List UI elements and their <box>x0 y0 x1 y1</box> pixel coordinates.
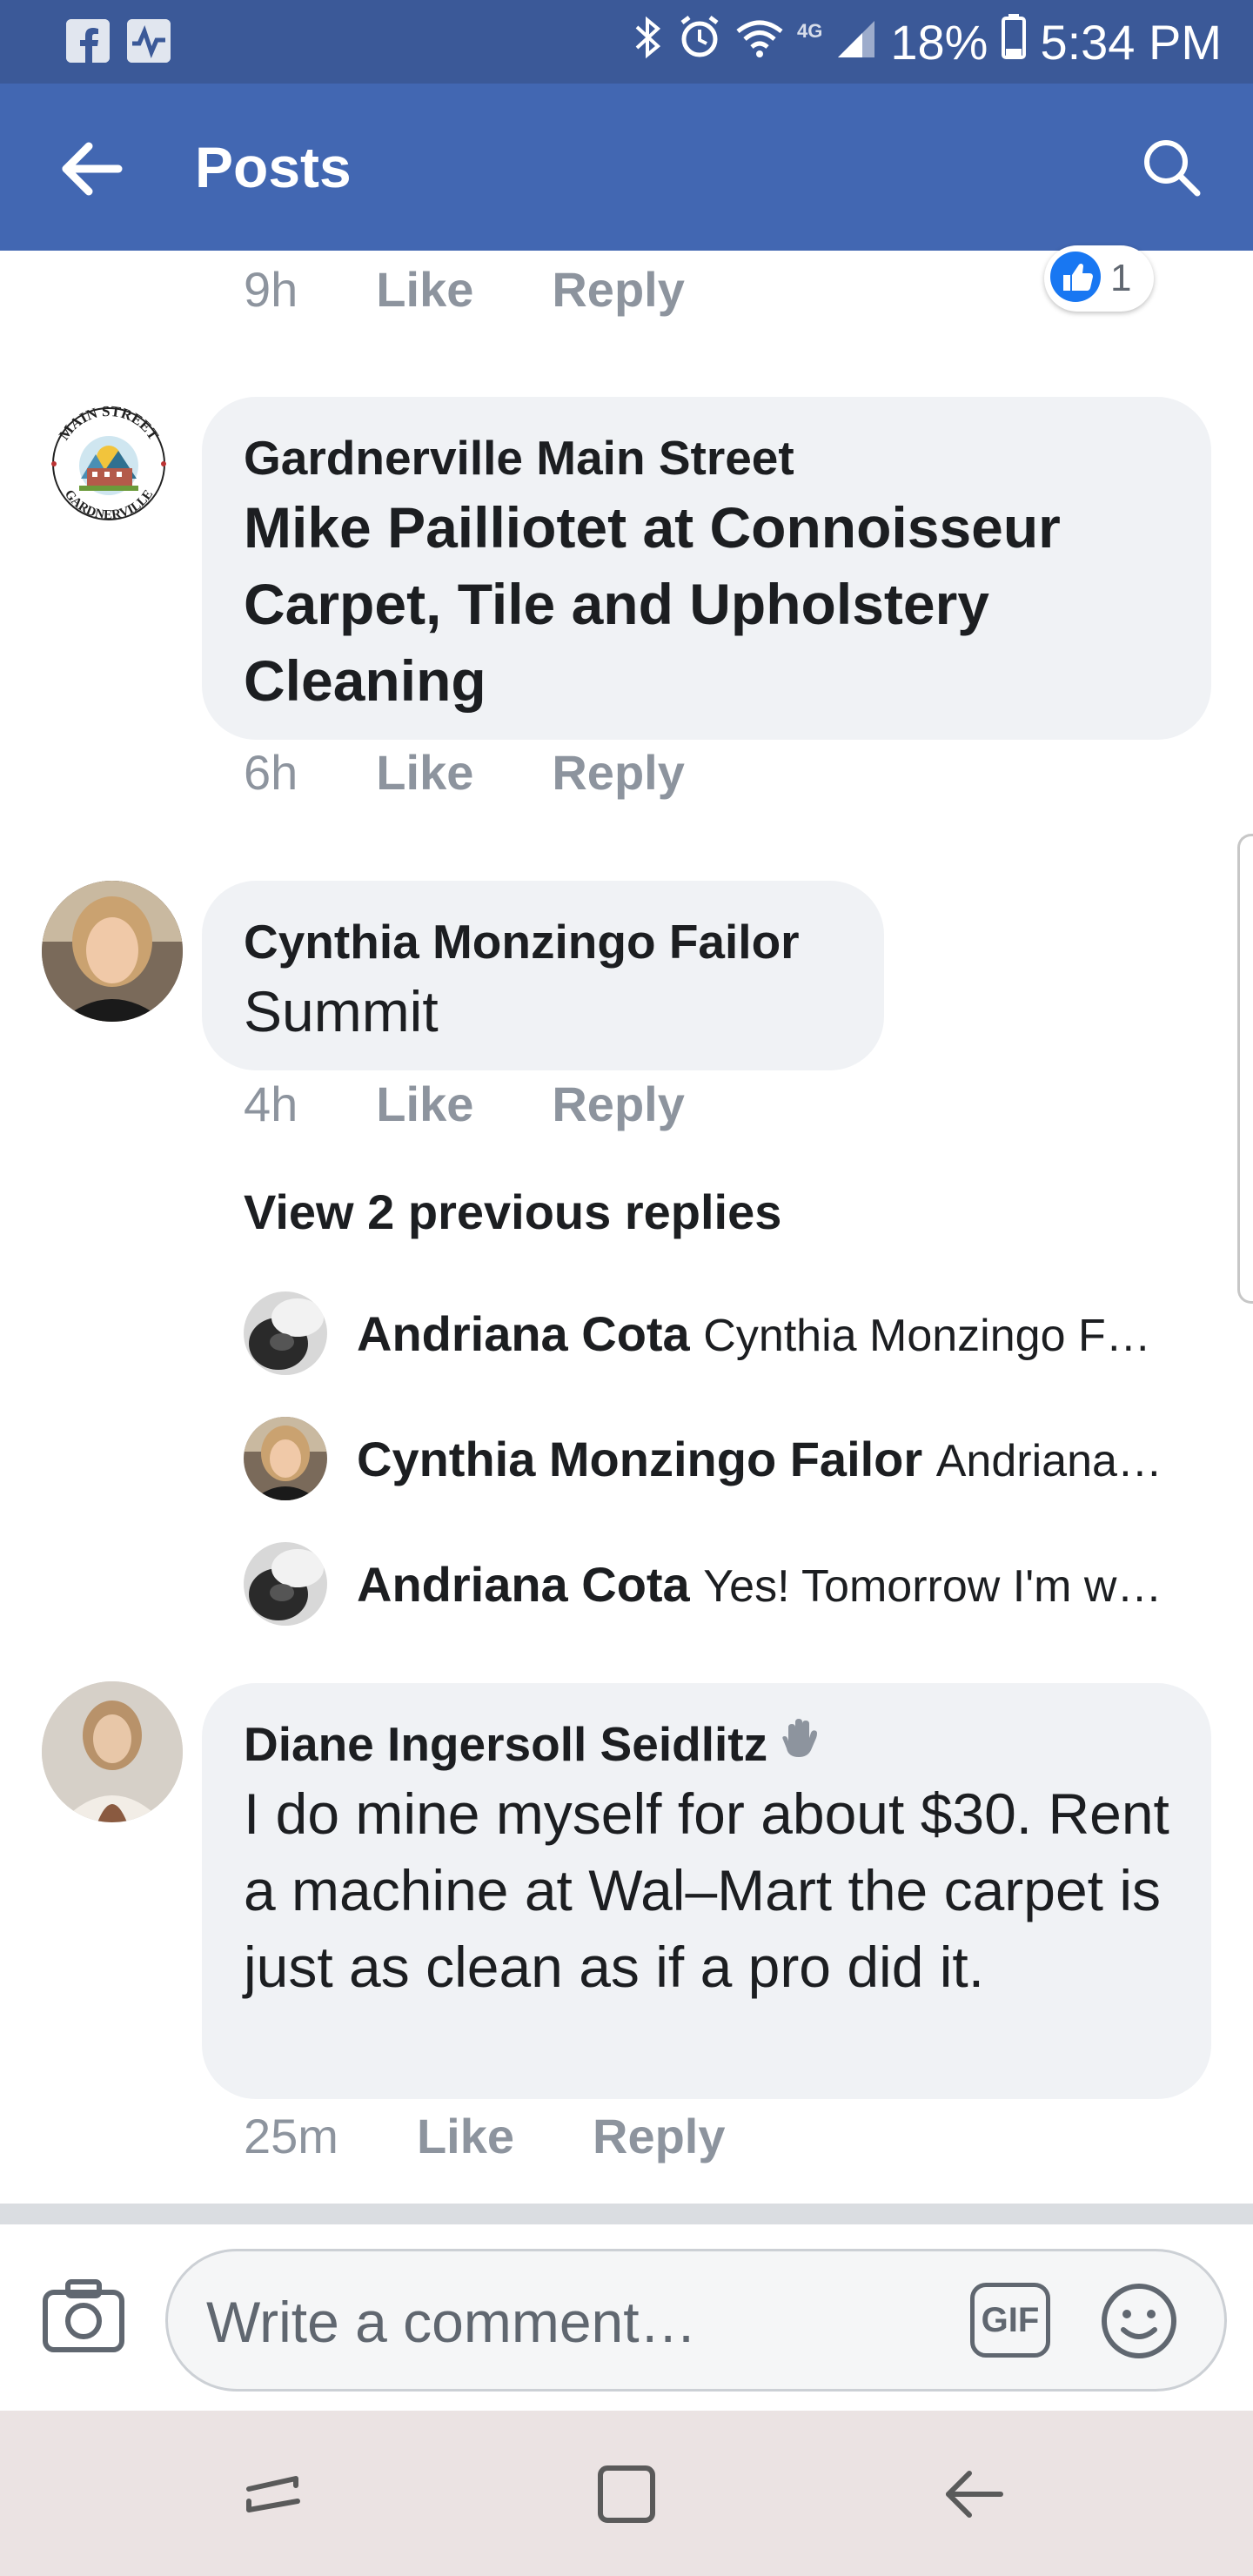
gif-button[interactable]: GIF <box>970 2283 1050 2358</box>
comment-time: 9h <box>244 262 298 317</box>
comment-input-field[interactable]: GIF <box>165 2249 1227 2392</box>
bluetooth-icon <box>633 15 663 70</box>
activity-notification-icon <box>127 19 171 63</box>
like-reaction-icon <box>1049 251 1102 307</box>
top-app-bar: Posts <box>0 84 1253 251</box>
comment-meta-row: 4h Like Reply <box>244 1076 685 1132</box>
comment-composer: GIF <box>0 2224 1253 2411</box>
search-icon[interactable] <box>1140 136 1203 198</box>
comment-author[interactable]: Diane Ingersoll Seidlitz <box>244 1713 767 1775</box>
battery-icon <box>1002 13 1027 70</box>
home-icon[interactable] <box>595 2463 658 2530</box>
reply-preview: Cynthia Monzingo Failor Andriana… <box>357 1431 1218 1487</box>
reaction-count-badge[interactable]: 1 <box>1044 245 1154 312</box>
reply-preview: Andriana Cota Yes! Tomorrow I'm w… <box>357 1556 1218 1613</box>
reaction-count: 1 <box>1110 257 1132 299</box>
comment-meta-row: 9h Like Reply <box>244 261 685 318</box>
reply-snippet: Yes! Tomorrow I'm w… <box>703 1560 1163 1612</box>
reply-button[interactable]: Reply <box>552 1076 685 1132</box>
page-title: Posts <box>195 135 352 199</box>
avatar-diane-ingersoll-seidlitz[interactable] <box>42 1681 183 1822</box>
reply-button[interactable]: Reply <box>552 744 685 801</box>
reply-item[interactable]: Andriana Cota Yes! Tomorrow I'm w… <box>244 1542 1218 1626</box>
reply-author[interactable]: Cynthia Monzingo Failor <box>357 1432 922 1486</box>
avatar-gardnerville-main-street[interactable]: MAIN STREET GARDNERVILLE <box>38 393 179 534</box>
reply-item[interactable]: Cynthia Monzingo Failor Andriana… <box>244 1417 1218 1500</box>
battery-percent: 18% <box>890 14 988 70</box>
avatar-cynthia-monzingo-failor[interactable] <box>244 1417 327 1500</box>
reply-preview: Andriana Cota Cynthia Monzingo F… <box>357 1305 1218 1362</box>
view-previous-replies-link[interactable]: View 2 previous replies <box>244 1184 781 1240</box>
divider <box>0 2204 1253 2224</box>
system-navigation-bar <box>0 2411 1253 2576</box>
reply-snippet: Cynthia Monzingo F… <box>703 1310 1151 1361</box>
status-bar: 4G 18% 5:34 PM <box>0 0 1253 84</box>
comment-author[interactable]: Cynthia Monzingo Failor <box>244 910 842 973</box>
avatar-cynthia-monzingo-failor[interactable] <box>42 881 183 1022</box>
like-button[interactable]: Like <box>417 2108 514 2164</box>
reply-author[interactable]: Andriana Cota <box>357 1557 690 1612</box>
comment-meta-row: 6h Like Reply <box>244 744 685 801</box>
scrollbar[interactable] <box>1237 834 1253 1304</box>
alarm-icon <box>677 14 722 70</box>
comment-bubble[interactable]: Diane Ingersoll Seidlitz I do mine mysel… <box>202 1683 1211 2099</box>
comment-meta-row: 25m Like Reply <box>244 2108 726 2164</box>
reply-button[interactable]: Reply <box>593 2108 726 2164</box>
hand-wave-icon <box>776 1713 821 1775</box>
back-icon[interactable] <box>943 2463 1006 2530</box>
like-button[interactable]: Like <box>376 744 473 801</box>
recent-apps-icon[interactable] <box>244 2463 306 2530</box>
comment-time: 25m <box>244 2109 338 2163</box>
clock: 5:34 PM <box>1040 14 1222 70</box>
facebook-notification-icon <box>66 19 110 63</box>
camera-icon[interactable] <box>42 2277 125 2361</box>
avatar-andriana-cota[interactable] <box>244 1291 327 1375</box>
reply-item[interactable]: Andriana Cota Cynthia Monzingo F… <box>244 1291 1218 1375</box>
reply-button[interactable]: Reply <box>552 261 685 318</box>
comment-time: 6h <box>244 745 298 800</box>
comment-input[interactable] <box>204 2277 921 2366</box>
back-arrow-icon[interactable] <box>56 132 129 205</box>
avatar-andriana-cota[interactable] <box>244 1542 327 1626</box>
comment-text: I do mine myself for about $30. Rent a m… <box>244 1781 1169 1999</box>
signal-icon <box>836 14 876 70</box>
network-type: 4G <box>796 20 823 42</box>
like-button[interactable]: Like <box>376 1076 473 1132</box>
wifi-icon <box>736 14 783 70</box>
comment-time: 4h <box>244 1077 298 1131</box>
comment-text: Mike Pailliotet at Connoisseur Carpet, T… <box>244 495 1061 713</box>
comment-bubble[interactable]: Cynthia Monzingo Failor Summit <box>202 881 884 1070</box>
reply-snippet: Andriana… <box>935 1435 1163 1486</box>
comment-text: Summit <box>244 979 439 1043</box>
comment-author[interactable]: Gardnerville Main Street <box>244 426 1169 489</box>
reply-author[interactable]: Andriana Cota <box>357 1306 690 1361</box>
emoji-icon[interactable] <box>1099 2281 1179 2365</box>
status-indicators: 4G 18% 5:34 PM <box>633 9 1222 75</box>
comment-bubble[interactable]: Gardnerville Main Street Mike Pailliotet… <box>202 397 1211 740</box>
like-button[interactable]: Like <box>376 261 473 318</box>
